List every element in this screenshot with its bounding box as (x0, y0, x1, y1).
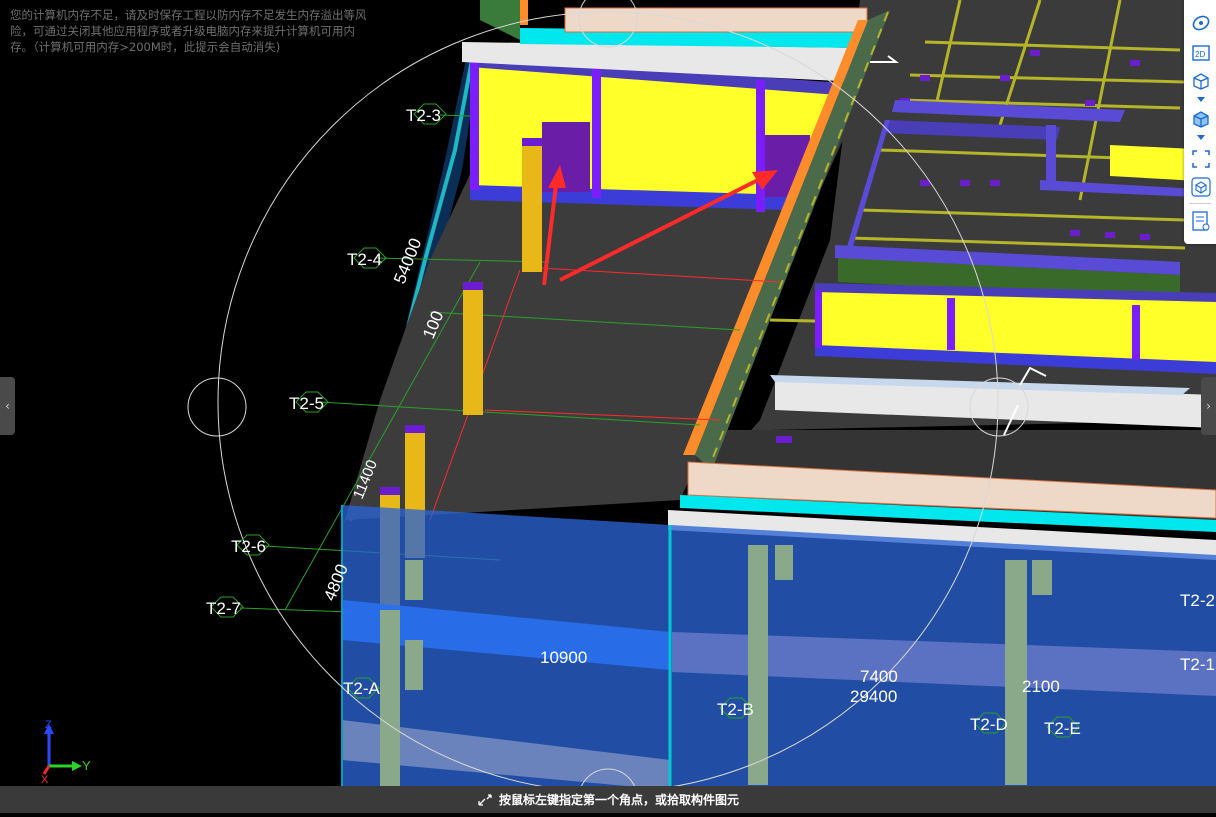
grid-label-t2-4: T2-4 (347, 250, 382, 269)
top-wall-column (470, 60, 479, 190)
top-green-edge (480, 0, 520, 40)
grid-label-t2-3: T2-3 (406, 106, 441, 125)
status-bar: 按鼠标左键指定第一个角点，或拾取构件图元 (0, 786, 1216, 813)
toolbar-divider (1189, 203, 1211, 204)
chevron-down-icon[interactable] (1190, 130, 1212, 144)
right-panel-toggle[interactable]: › (1201, 377, 1216, 435)
dimension-10900: 10900 (540, 648, 587, 667)
grid-label-t2-5: T2-5 (289, 394, 324, 413)
fit-view-icon[interactable] (1190, 148, 1212, 170)
3d-cube-icon[interactable] (1190, 70, 1212, 92)
axis-indicator: Z Y X (34, 718, 94, 786)
axis-y-label: Y (82, 758, 91, 773)
3d-model-viewport[interactable]: T2-3 T2-4 T2-5 T2-6 T2-7 T2-A T2-B T2-D … (0, 0, 1216, 817)
grid-label-t2-7: T2-7 (206, 599, 241, 618)
memory-warning-line-1: 您的计算机内存不足，请及时保存工程以防内存不足发生内存溢出等风 (10, 8, 367, 22)
axis-z-label: Z (45, 719, 52, 731)
dimension-29400: 29400 (850, 687, 897, 706)
grid-label-t2-b: T2-B (717, 700, 754, 719)
dimension-7400: 7400 (860, 667, 898, 686)
view-toolbar: 2D (1184, 0, 1216, 244)
chevron-down-icon[interactable] (1190, 92, 1212, 106)
grid-label-t2-6: T2-6 (231, 537, 266, 556)
grid-label-t2-d: T2-D (970, 715, 1008, 734)
right-wall-column (947, 298, 955, 350)
memory-warning: 您的计算机内存不足，请及时保存工程以防内存不足发生内存溢出等风 险，可通过关闭其… (10, 7, 390, 55)
2d-view-icon[interactable]: 2D (1190, 42, 1212, 64)
top-wall-column (756, 80, 765, 212)
grid-label-t2-e: T2-E (1044, 719, 1081, 738)
chevron-left-icon: ‹ (5, 399, 10, 413)
axis-x-label: X (41, 774, 49, 784)
memory-warning-line-2: 险，可通过关闭其他应用程序或者升级电脑内存来提升计算机可用内 (10, 24, 355, 38)
status-prompt: 按鼠标左键指定第一个角点，或拾取构件图元 (0, 786, 1216, 813)
left-panel-toggle[interactable]: ‹ (0, 377, 15, 435)
memory-warning-line-3: 存。（计算机可用内存>200M时，此提示会自动消失) (10, 40, 281, 54)
cursor-select-icon (478, 793, 492, 806)
top-wall-column (592, 68, 601, 198)
properties-icon[interactable] (1190, 210, 1212, 232)
grid-label-t2-1-partial: T2-1 (1180, 655, 1215, 674)
right-wall-column (1132, 305, 1140, 360)
right-wall-column (815, 290, 822, 348)
orbit-icon[interactable] (1190, 12, 1212, 34)
window-opening (542, 122, 590, 192)
chevron-right-icon: › (1206, 399, 1211, 413)
status-prompt-text: 按鼠标左键指定第一个角点，或拾取构件图元 (498, 793, 739, 807)
solid-cube-icon[interactable] (1190, 108, 1212, 130)
view-cube-icon[interactable] (1190, 176, 1212, 198)
2d-view-label: 2D (1195, 50, 1205, 59)
grid-label-t2-2-partial: T2-2 (1180, 591, 1215, 610)
grid-label-t2-a: T2-A (343, 679, 381, 698)
dimension-2100: 2100 (1022, 677, 1060, 696)
